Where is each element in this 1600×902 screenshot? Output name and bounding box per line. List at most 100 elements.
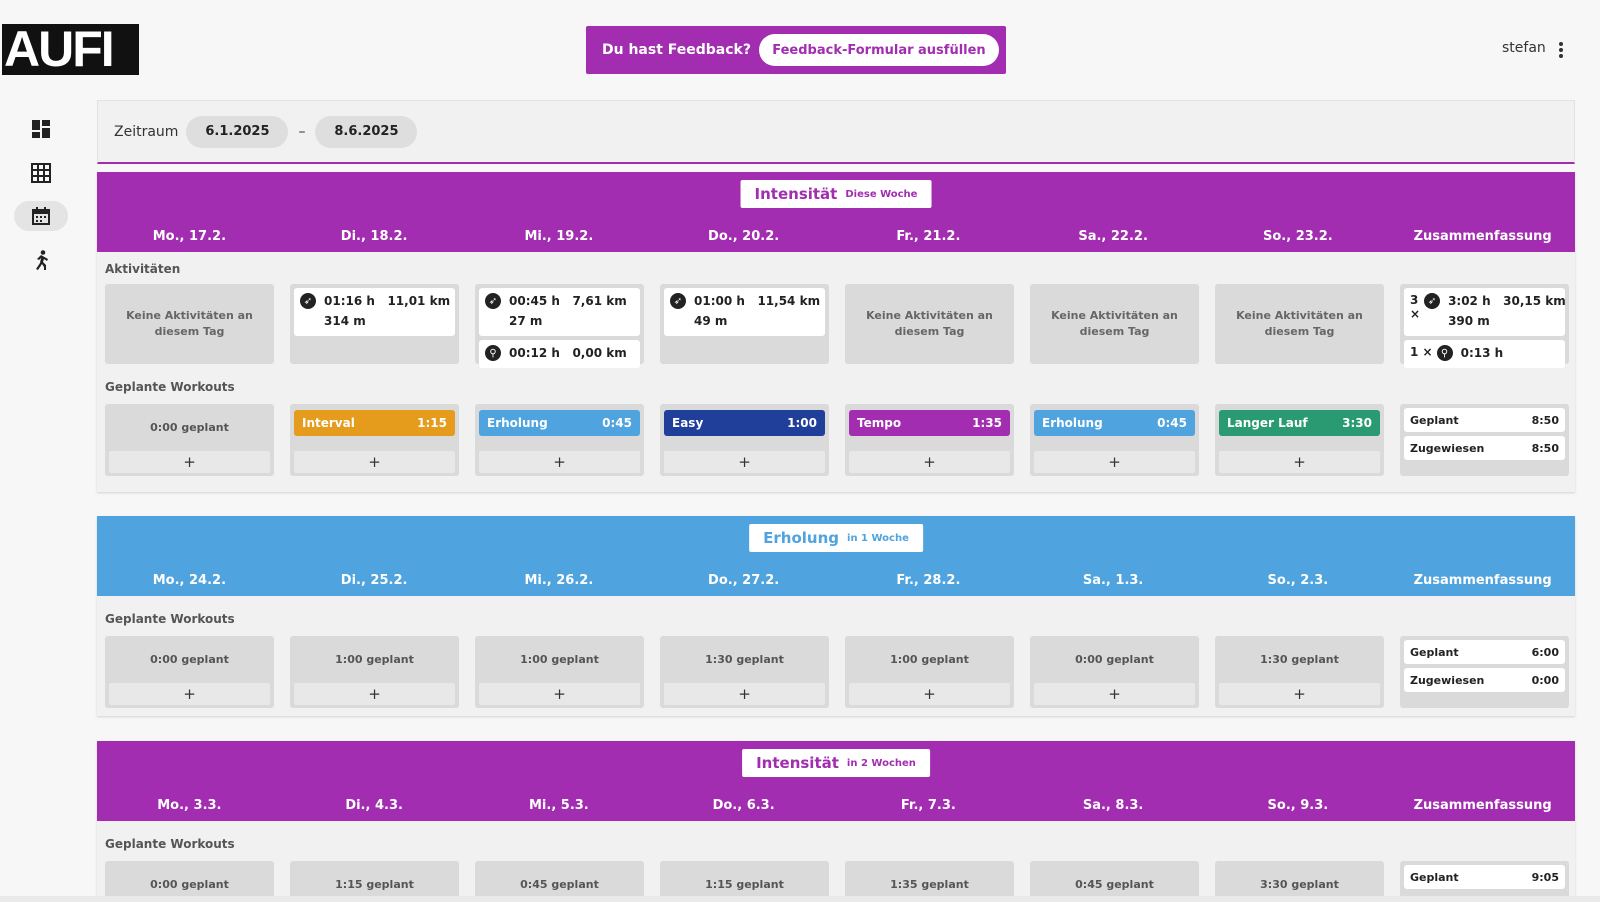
- week-title: Erholung: [763, 529, 840, 547]
- grid-icon: [31, 163, 51, 183]
- no-activity-cell: Keine Aktivitäten an diesem Tag: [105, 284, 274, 364]
- bike-icon: ⚲: [485, 345, 501, 361]
- workout-badge[interactable]: Easy 1:00: [664, 410, 825, 436]
- add-workout-button[interactable]: +: [109, 683, 270, 705]
- sidebar-item-table[interactable]: [14, 158, 68, 188]
- activity-line: 01:00 h 11,54 km: [694, 294, 821, 308]
- activity-line: 0:13 h: [1460, 346, 1504, 360]
- activity-stats: 01:00 h 11,54 km 49 m: [694, 291, 820, 331]
- week-title: Intensität: [754, 185, 838, 203]
- workout-badge[interactable]: Interval 1:15: [294, 410, 455, 436]
- sidebar-item-runner[interactable]: [14, 245, 68, 275]
- no-activity-cell: Keine Aktivitäten an diesem Tag: [1215, 284, 1384, 364]
- add-workout-button[interactable]: +: [664, 451, 825, 473]
- activity-stats: 3:02 h 30,15 km 390 m: [1448, 291, 1566, 331]
- period-filter: Zeitraum 6.1.2025 – 8.6.2025: [97, 100, 1575, 164]
- add-workout-button[interactable]: +: [1034, 683, 1195, 705]
- workout-name: Erholung: [487, 416, 548, 430]
- add-workout-button[interactable]: +: [109, 451, 270, 473]
- day-header: Mo., 3.3.: [157, 798, 222, 813]
- week-header: Intensität in 2 Wochen Mo., 3.3. Di., 4.3. M…: [97, 741, 1575, 821]
- app-logo[interactable]: AUFI: [2, 24, 139, 75]
- activity-elevation: 27 m: [509, 314, 543, 328]
- day-header: Fr., 7.3.: [900, 798, 956, 813]
- day-header: Zusammenfassung: [1413, 229, 1552, 244]
- week-title: Intensität: [756, 754, 839, 772]
- activity-line: 00:12 h 0,00 km: [509, 346, 627, 360]
- period-label: Zeitraum: [114, 123, 179, 140]
- activity-card[interactable]: 3 × ➶ 3:02 h 30,15 km 390 m: [1404, 288, 1566, 336]
- activity-elevation: 390 m: [1448, 314, 1490, 328]
- add-workout-button[interactable]: +: [294, 683, 455, 705]
- workout-badge[interactable]: Erholung 0:45: [479, 410, 640, 436]
- add-workout-button[interactable]: +: [294, 451, 455, 473]
- workout-name: Interval: [302, 416, 355, 430]
- period-to-date[interactable]: 8.6.2025: [315, 115, 418, 148]
- workout-cell: Tempo 1:35 +: [845, 404, 1014, 476]
- workout-cell: 1:00 geplant +: [290, 636, 459, 708]
- period-from-date[interactable]: 6.1.2025: [186, 115, 289, 148]
- workout-badge[interactable]: Langer Lauf 3:30: [1219, 410, 1380, 436]
- activity-elevation: 314 m: [324, 314, 366, 328]
- activity-elevation: 49 m: [694, 314, 728, 328]
- summary-cell: Geplant 8:50 Zugewiesen 8:50: [1400, 404, 1569, 476]
- add-workout-button[interactable]: +: [664, 683, 825, 705]
- add-workout-button[interactable]: +: [849, 451, 1010, 473]
- day-header: Mi., 19.2.: [524, 229, 594, 244]
- activity-stats: 00:45 h 7,61 km 27 m: [509, 291, 627, 331]
- run-icon: ➶: [670, 293, 686, 309]
- feedback-form-button[interactable]: Feedback-Formular ausfüllen: [758, 34, 999, 66]
- day-headers: Mo., 3.3. Di., 4.3. Mi., 5.3. Do., 6.3. Fr.,…: [97, 798, 1575, 813]
- day-header: Mi., 5.3.: [528, 798, 589, 813]
- add-workout-button[interactable]: +: [1219, 683, 1380, 705]
- activity-stats: 00:12 h 0,00 km: [509, 343, 627, 363]
- add-workout-button[interactable]: +: [479, 683, 640, 705]
- activity-card[interactable]: 1 × ⚲ 0:13 h: [1404, 340, 1565, 368]
- activity-cell: 3 × ➶ 3:02 h 30,15 km 390 m 1 × ⚲ 0:13 h: [1400, 284, 1569, 368]
- week-subtitle: Diese Woche: [845, 188, 918, 200]
- workout-cell: 1:00 geplant +: [845, 636, 1014, 708]
- activity-cell: ➶ 01:00 h 11,54 km 49 m: [660, 284, 829, 364]
- more-vert-icon[interactable]: [1555, 40, 1567, 60]
- horizontal-scrollbar[interactable]: [0, 896, 1600, 902]
- workout-duration: 3:30: [1342, 416, 1372, 430]
- planned-duration: 1:00 geplant: [335, 652, 414, 666]
- workout-cell: 1:30 geplant +: [1215, 636, 1384, 708]
- activity-card[interactable]: ⚲ 00:12 h 0,00 km: [479, 340, 640, 368]
- sidebar-item-calendar[interactable]: [14, 201, 68, 231]
- add-workout-button[interactable]: +: [1219, 451, 1380, 473]
- workout-duration: 0:45: [602, 416, 632, 430]
- add-workout-button[interactable]: +: [849, 683, 1010, 705]
- workout-badge[interactable]: Tempo 1:35: [849, 410, 1010, 436]
- activity-card[interactable]: ➶ 01:00 h 11,54 km 49 m: [664, 288, 825, 336]
- workout-name: Erholung: [1042, 416, 1103, 430]
- day-headers: Mo., 24.2. Di., 25.2. Mi., 26.2. Do., 27.2.…: [97, 573, 1575, 588]
- summary-cell: Geplant 6:00 Zugewiesen 0:00: [1400, 636, 1569, 708]
- workout-cell: Interval 1:15 +: [290, 404, 459, 476]
- workout-duration: 1:35: [972, 416, 1002, 430]
- week-title-chip: Erholung in 1 Woche: [749, 524, 923, 552]
- day-header: Do., 27.2.: [708, 573, 780, 588]
- summary-label: Geplant: [1410, 413, 1459, 427]
- sidebar-item-dashboard[interactable]: [14, 114, 68, 144]
- activity-card[interactable]: ➶ 00:45 h 7,61 km 27 m: [479, 288, 640, 336]
- day-headers: Mo., 17.2. Di., 18.2. Mi., 19.2. Do., 20.2.…: [97, 229, 1575, 244]
- planned-workouts-label: Geplante Workouts: [105, 380, 235, 394]
- user-name[interactable]: stefan: [1502, 40, 1546, 56]
- week-subtitle: in 1 Woche: [847, 532, 909, 544]
- week-title-chip: Intensität in 2 Wochen: [742, 749, 930, 777]
- bike-icon: ⚲: [1436, 345, 1453, 361]
- summary-label: Zugewiesen: [1410, 441, 1485, 455]
- day-header: Mo., 24.2.: [152, 573, 227, 588]
- add-workout-button[interactable]: +: [1034, 451, 1195, 473]
- add-workout-button[interactable]: +: [479, 451, 640, 473]
- no-activity-cell: Keine Aktivitäten an diesem Tag: [845, 284, 1014, 364]
- workout-badge[interactable]: Erholung 0:45: [1034, 410, 1195, 436]
- workout-cell: 1:30 geplant +: [660, 636, 829, 708]
- activity-cell: ➶ 01:16 h 11,01 km 314 m: [290, 284, 459, 364]
- workout-cell: Easy 1:00 +: [660, 404, 829, 476]
- summary-value: 9:05: [1531, 870, 1559, 884]
- planned-duration: 1:00 geplant: [520, 652, 599, 666]
- day-header: Do., 6.3.: [712, 798, 775, 813]
- activity-card[interactable]: ➶ 01:16 h 11,01 km 314 m: [294, 288, 455, 336]
